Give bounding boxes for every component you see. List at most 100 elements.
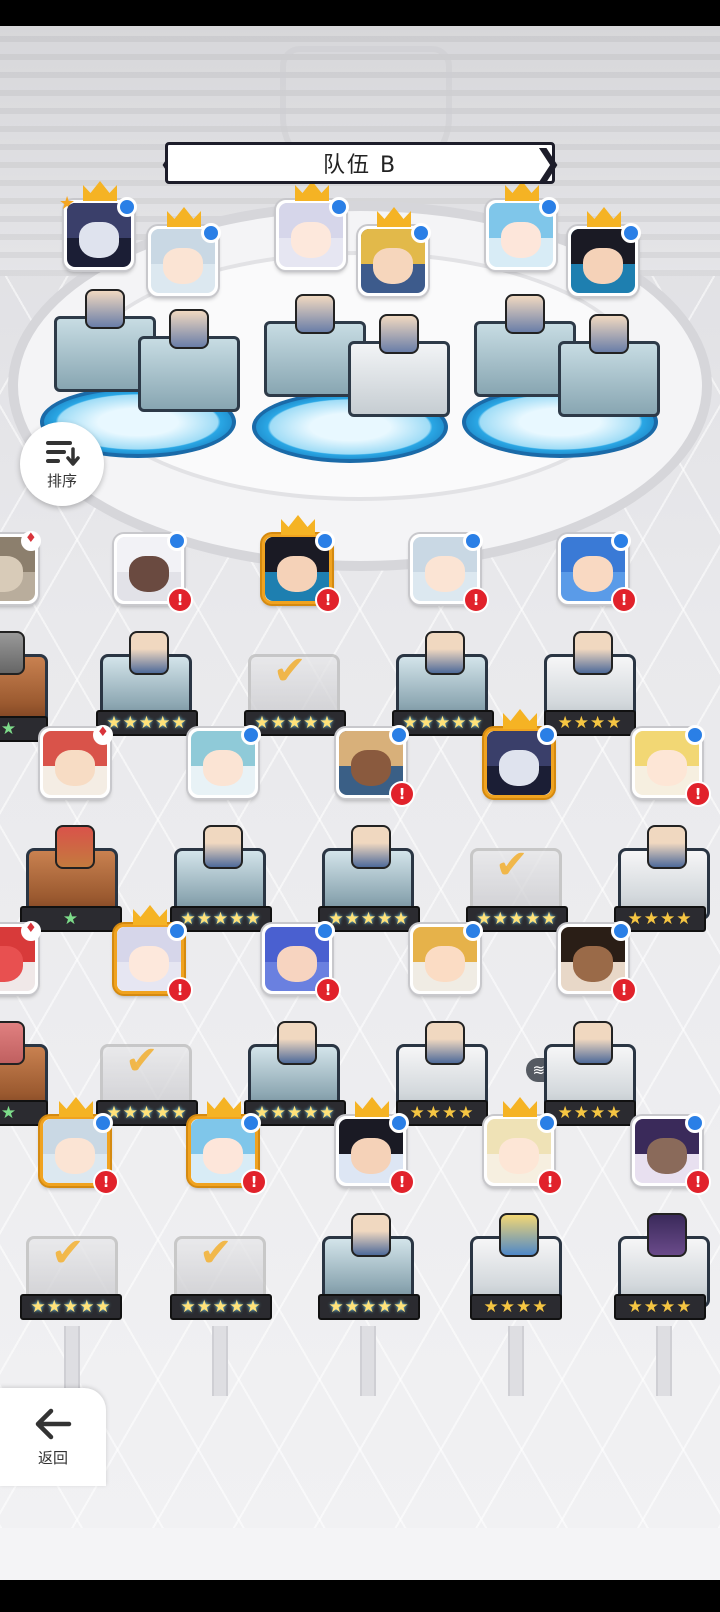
team-slot-hero[interactable] [148, 207, 221, 296]
element-icon [241, 725, 261, 745]
hero-sprite [647, 1213, 687, 1257]
element-icon [411, 223, 431, 243]
alert-icon: ! [167, 587, 193, 613]
element-icon [537, 725, 557, 745]
hero-sprite [379, 314, 419, 354]
element-icon [389, 725, 409, 745]
alert-icon: ! [389, 1169, 415, 1195]
star-rating: ★★★★ [396, 1100, 488, 1126]
team-slot-hero[interactable]: ★ [59, 181, 137, 270]
team-pillar [138, 309, 240, 412]
hero-sprite [55, 825, 95, 869]
element-icon [93, 1113, 113, 1133]
alert-icon: ! [315, 977, 341, 1003]
next-team-button[interactable]: ❯ [534, 142, 563, 184]
star-rating: ★★★★★ [20, 1294, 122, 1320]
hero-sprite [573, 1021, 613, 1065]
element-icon [241, 1113, 261, 1133]
roster-hero[interactable]: ! [336, 725, 415, 807]
status-bar [0, 0, 720, 26]
alert-icon: ! [315, 587, 341, 613]
star-rating: ★★★★ [544, 1100, 636, 1126]
team-slot-hero[interactable] [358, 207, 431, 296]
roster-hero[interactable]: ! [558, 531, 637, 613]
hero-sprite [589, 314, 629, 354]
roster-hero[interactable] [0, 531, 41, 604]
star-rating: ★★★★ [544, 710, 636, 736]
element-icon [201, 223, 221, 243]
element-icon [117, 197, 137, 217]
roster-hero[interactable] [410, 921, 483, 994]
team-slot-hero[interactable] [276, 181, 349, 270]
sort-button[interactable]: 排序 [20, 422, 104, 506]
roster-hero[interactable]: ! [484, 1097, 563, 1195]
alert-icon: ! [685, 781, 711, 807]
hero-sprite [129, 631, 169, 675]
hero-sprite [499, 1213, 539, 1257]
element-icon [621, 223, 641, 243]
element-icon [537, 1113, 557, 1133]
roster-hero[interactable]: ! [410, 531, 489, 613]
check-icon: ✔ [125, 1038, 159, 1084]
back-button[interactable]: 返回 [0, 1388, 106, 1486]
roster-hero[interactable]: ! [262, 921, 341, 1003]
roster-hero-selected[interactable]: ! [262, 515, 341, 613]
element-icon [167, 921, 187, 941]
pedestal-stem [508, 1326, 524, 1396]
alert-icon: ! [685, 1169, 711, 1195]
check-icon: ✔ [51, 1230, 85, 1276]
team-pillar [558, 314, 660, 417]
element-icon [611, 921, 631, 941]
hero-sprite [277, 1021, 317, 1065]
team-pillar [348, 314, 450, 417]
element-icon [93, 725, 113, 745]
check-icon: ✔ [495, 842, 529, 888]
crown-icon [207, 1097, 241, 1117]
roster-hero[interactable]: ! [632, 725, 711, 807]
element-icon [539, 197, 559, 217]
roster-hero[interactable]: ! [558, 921, 637, 1003]
pedestal-stem [212, 1326, 228, 1396]
sort-icon [46, 441, 80, 466]
element-icon [167, 531, 187, 551]
alert-icon: ! [611, 587, 637, 613]
hero-sprite [85, 289, 125, 329]
element-icon [685, 725, 705, 745]
element-icon [21, 531, 41, 551]
hero-sprite [0, 631, 25, 675]
hero-sprite [295, 294, 335, 334]
alert-icon: ! [611, 977, 637, 1003]
alert-icon: ! [93, 1169, 119, 1195]
element-icon [611, 531, 631, 551]
roster-hero[interactable]: ! [336, 1097, 415, 1195]
roster-hero[interactable] [188, 725, 261, 798]
crown-icon [503, 709, 537, 729]
star-rating: ★★★★ [470, 1294, 562, 1320]
star-rating: ★★★★★ [318, 1294, 420, 1320]
hero-sprite [169, 309, 209, 349]
roster-hero-selected[interactable]: ! [114, 905, 193, 1003]
navigation-bar [0, 1580, 720, 1612]
roster-hero[interactable] [40, 725, 113, 798]
hero-sprite [573, 631, 613, 675]
roster-hero-selected[interactable]: ! [40, 1097, 119, 1195]
roster-hero-selected[interactable] [484, 709, 557, 798]
element-icon [315, 921, 335, 941]
alert-icon: ! [389, 781, 415, 807]
team-slot-hero[interactable] [568, 207, 641, 296]
roster-hero[interactable]: ! [632, 1113, 711, 1195]
check-icon: ✔ [273, 648, 307, 694]
element-icon [685, 1113, 705, 1133]
crown-icon [133, 905, 167, 925]
team-slot-hero[interactable] [486, 181, 559, 270]
element-icon [389, 1113, 409, 1133]
roster-hero[interactable] [0, 921, 41, 994]
bottom-strip [0, 1528, 720, 1580]
team-title: 队伍 B [322, 153, 398, 178]
alert-icon: ! [167, 977, 193, 1003]
element-icon [463, 531, 483, 551]
element-icon [329, 197, 349, 217]
roster-hero-selected[interactable]: ! [188, 1097, 267, 1195]
alert-icon: ! [241, 1169, 267, 1195]
roster-hero[interactable]: ! [114, 531, 193, 613]
